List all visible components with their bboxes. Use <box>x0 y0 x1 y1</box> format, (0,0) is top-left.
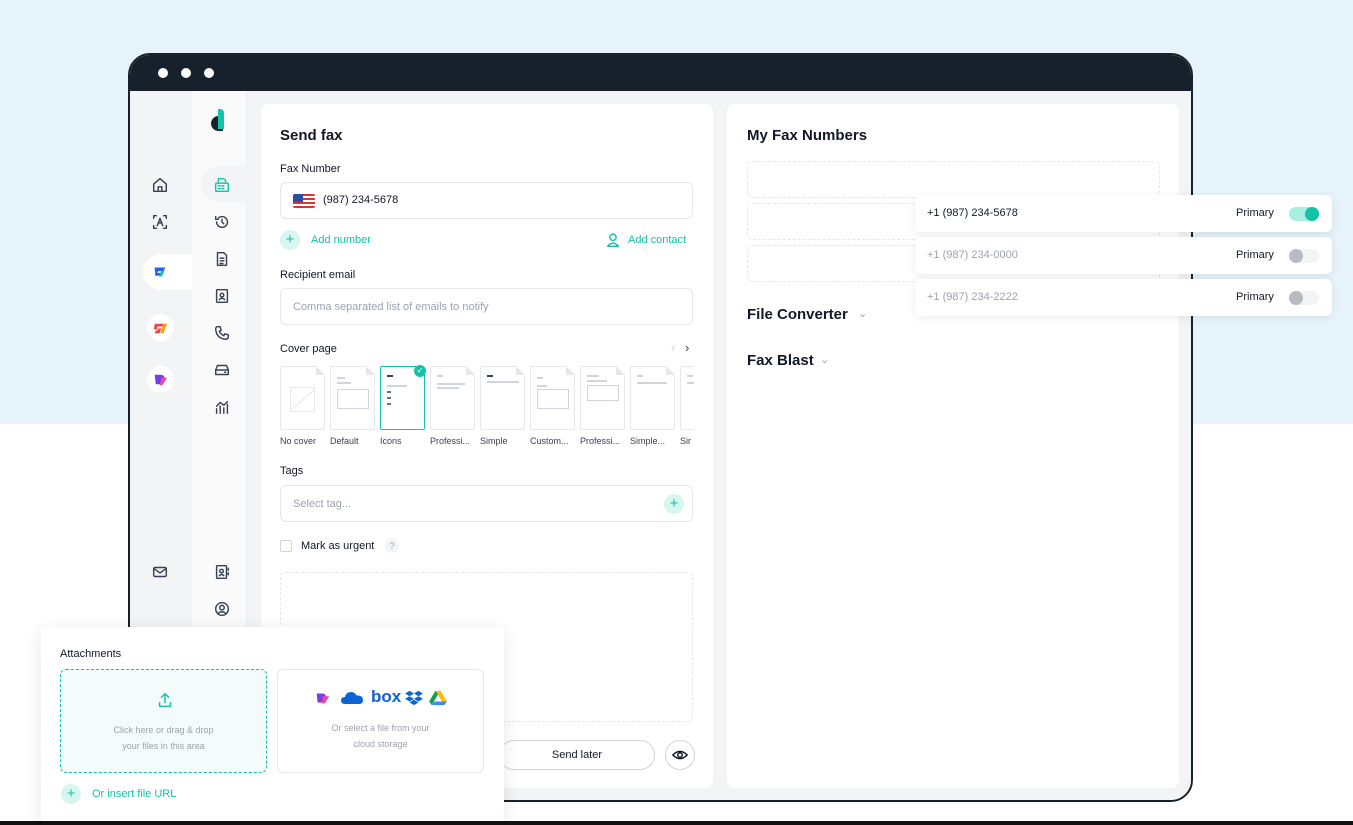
primary-label: Primary <box>1236 249 1274 261</box>
add-tag-plus-icon[interactable]: + <box>664 494 684 514</box>
tags-input[interactable]: Select tag... + <box>280 485 693 522</box>
inbox-icon[interactable] <box>212 360 232 380</box>
fax-number: +1 (987) 234-5678 <box>927 207 1018 219</box>
tags-placeholder: Select tag... <box>293 498 352 510</box>
cover-label: No cover <box>280 436 317 446</box>
cloud-text-line: Or select a file from your <box>331 723 430 733</box>
cover-thumb-partial[interactable] <box>680 366 694 430</box>
cover-thumb-no-cover[interactable] <box>280 366 325 430</box>
eye-icon <box>670 745 690 765</box>
selected-check-icon: ✓ <box>414 365 426 377</box>
google-drive-icon[interactable] <box>429 690 447 706</box>
cover-thumb-simple-2[interactable] <box>630 366 675 430</box>
analytics-icon[interactable] <box>212 397 232 417</box>
file-converter-header[interactable]: File Converter <box>747 306 848 323</box>
docs-cloud-icon[interactable] <box>314 689 332 707</box>
attachments-title: Attachments <box>60 648 122 660</box>
phone-icon[interactable] <box>212 323 232 343</box>
fax-machine-icon[interactable] <box>212 175 232 195</box>
window-dot-close[interactable] <box>158 68 168 78</box>
mail-icon[interactable] <box>150 562 170 582</box>
urgent-checkbox[interactable] <box>280 540 292 552</box>
cloud-storage-picker[interactable]: box Or select a file from your cloud sto… <box>277 669 484 773</box>
tags-label: Tags <box>280 465 304 477</box>
help-icon[interactable]: ? <box>385 539 399 553</box>
fax-numbers-title: My Fax Numbers <box>747 127 868 144</box>
primary-label: Primary <box>1236 207 1274 219</box>
home-icon[interactable] <box>150 175 170 195</box>
cover-carousel: ✓ No cover Default Icons Professi... Sim… <box>261 104 694 464</box>
docs-app-icon[interactable] <box>147 366 174 393</box>
chevron-down-icon[interactable]: ⌄ <box>858 307 867 320</box>
number-slot <box>747 161 1160 198</box>
file-upload-dropzone[interactable]: Click here or drag & drop your files in … <box>60 669 267 773</box>
window-dot-maximize[interactable] <box>204 68 214 78</box>
cover-label: Professi... <box>430 436 471 446</box>
insert-file-url-link[interactable]: Or insert file URL <box>92 788 176 800</box>
cover-label: Icons <box>380 436 402 446</box>
insert-url-plus-icon[interactable]: + <box>61 784 81 804</box>
history-icon[interactable] <box>212 212 232 232</box>
fax-number-row[interactable]: +1 (987) 234-0000 Primary <box>915 237 1332 274</box>
dropzone-text-line: Click here or drag & drop <box>113 725 214 735</box>
window-dot-minimize[interactable] <box>181 68 191 78</box>
cover-label: Default <box>330 436 359 446</box>
fax-number-row[interactable]: +1 (987) 234-2222 Primary <box>915 279 1332 316</box>
account-icon[interactable] <box>212 599 232 619</box>
document-icon[interactable] <box>212 249 232 269</box>
fax-app-icon[interactable] <box>150 262 170 282</box>
primary-toggle[interactable] <box>1289 291 1319 305</box>
send-later-button[interactable]: Send later <box>499 740 655 770</box>
chevron-down-icon[interactable]: ⌄ <box>820 353 829 366</box>
cover-thumb-default[interactable] <box>330 366 375 430</box>
primary-toggle[interactable] <box>1289 249 1319 263</box>
cover-thumb-professional-2[interactable] <box>580 366 625 430</box>
cover-thumb-custom[interactable] <box>530 366 575 430</box>
primary-toggle[interactable] <box>1289 207 1319 221</box>
contact-card-icon[interactable] <box>212 286 232 306</box>
fax-number: +1 (987) 234-0000 <box>927 249 1018 261</box>
urgent-label: Mark as urgent <box>301 540 375 552</box>
preview-button[interactable] <box>665 740 695 770</box>
attachments-panel: Attachments Click here or drag & drop yo… <box>41 627 504 825</box>
fax-number: +1 (987) 234-2222 <box>927 291 1018 303</box>
cover-label: Sir <box>680 436 691 446</box>
bottom-rule <box>0 821 1353 825</box>
cover-label: Simple... <box>630 436 666 446</box>
cloud-text-line: cloud storage <box>353 739 408 749</box>
signature-app-icon[interactable] <box>147 314 174 341</box>
fax-blast-header[interactable]: Fax Blast <box>747 352 814 369</box>
dropbox-icon[interactable] <box>405 690 423 706</box>
app-logo <box>206 107 230 133</box>
address-book-icon[interactable] <box>212 562 232 582</box>
upload-icon <box>155 690 175 710</box>
cover-label: Custom... <box>530 436 569 446</box>
fax-number-row[interactable]: +1 (987) 234-5678 Primary <box>915 195 1332 232</box>
box-icon[interactable]: box <box>371 687 401 707</box>
onedrive-icon[interactable] <box>340 690 364 706</box>
cover-label: Professi... <box>580 436 621 446</box>
dropzone-text: Click here or drag & drop your files in … <box>61 722 266 754</box>
primary-label: Primary <box>1236 291 1274 303</box>
cover-thumb-simple[interactable] <box>480 366 525 430</box>
cloud-text: Or select a file from your cloud storage <box>278 720 483 752</box>
title-bar <box>130 55 1191 91</box>
dropzone-text-line: your files in this area <box>122 741 205 751</box>
cover-label: Simple <box>480 436 508 446</box>
cover-thumb-professional[interactable] <box>430 366 475 430</box>
text-scan-icon[interactable] <box>150 212 170 232</box>
